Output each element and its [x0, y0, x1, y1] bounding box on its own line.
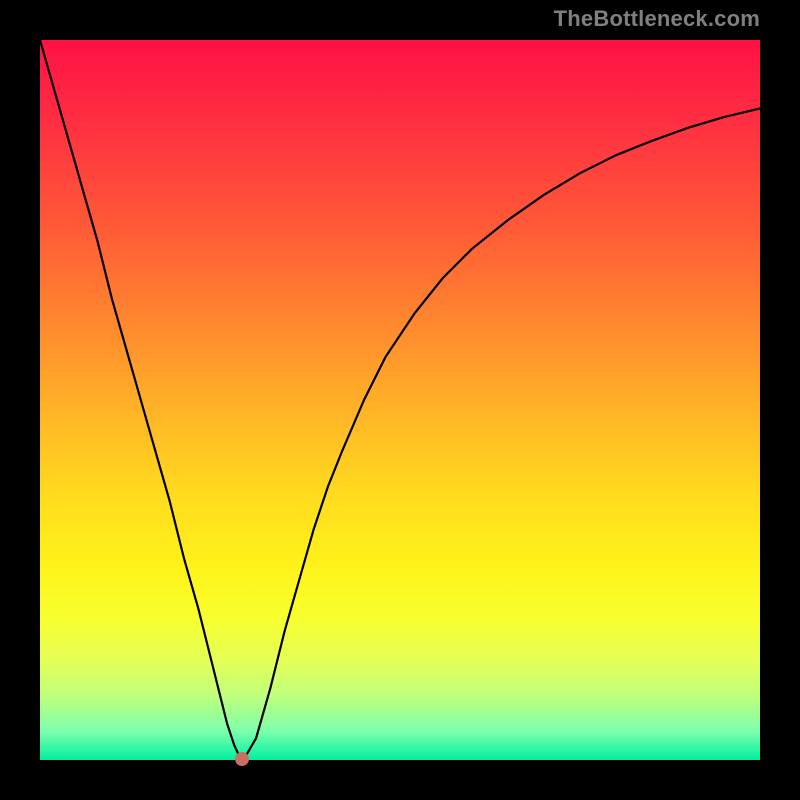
- minimum-marker: [235, 752, 249, 766]
- bottleneck-curve: [40, 40, 760, 756]
- curve-svg: [40, 40, 760, 760]
- chart-container: TheBottleneck.com: [0, 0, 800, 800]
- plot-area: [40, 40, 760, 760]
- watermark-text: TheBottleneck.com: [554, 6, 760, 32]
